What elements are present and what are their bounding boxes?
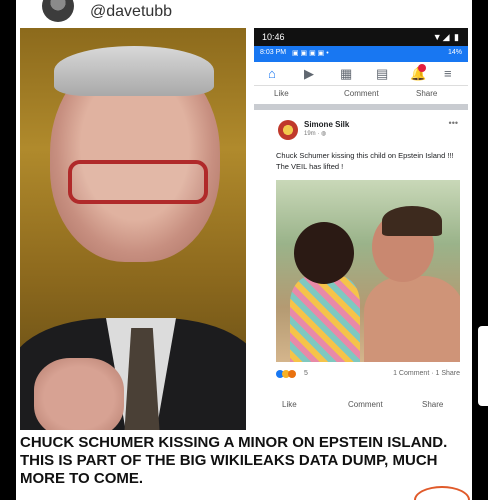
secondary-status-bar: 8:03 PM ▣ ▣ ▣ ▣ • 14% — [254, 46, 468, 62]
phone-status-bar: 10:46 ▼◢ ▮ — [254, 28, 468, 46]
marketplace-icon[interactable]: ▦ — [340, 66, 352, 82]
notification-badge — [418, 64, 426, 72]
hair-shape — [382, 206, 442, 236]
post-timestamp: 19m · ◍ — [304, 131, 327, 137]
portrait-photo — [20, 28, 246, 430]
notification-icons: ▣ ▣ ▣ ▣ • — [292, 50, 329, 57]
post-image[interactable] — [276, 180, 460, 362]
facebook-nav-bar: ⌂ ▶ ▦ ▤ 🔔 ≡ — [254, 62, 468, 86]
like-button[interactable]: Like — [274, 89, 289, 98]
glasses-shape — [68, 160, 208, 204]
person-shape — [364, 276, 460, 362]
battery-level: 14% — [447, 49, 462, 56]
home-icon[interactable]: ⌂ — [268, 66, 276, 81]
author-row: @davetubb — [16, 0, 472, 26]
previous-post-actions: Like Comment Share — [254, 86, 468, 102]
circle-decoration — [414, 486, 470, 500]
post-actions: Like Comment Share — [276, 398, 460, 414]
reaction-count[interactable]: 5 — [304, 370, 308, 377]
meme-card: @davetubb 10:46 ▼◢ ▮ 8:03 PM ▣ ▣ ▣ ▣ • 1… — [16, 0, 472, 500]
avatar[interactable] — [42, 0, 74, 22]
head-shape — [294, 222, 354, 284]
reaction-icons[interactable] — [276, 370, 296, 380]
post-header: Simone Silk 19m · ◍ ••• Chuck Schumer ki… — [254, 112, 468, 176]
hand-shape — [34, 358, 124, 430]
side-tab — [478, 326, 488, 406]
hair-shape — [54, 46, 214, 96]
status-time: 10:46 — [262, 32, 285, 42]
watch-icon[interactable]: ▶ — [304, 66, 314, 82]
secondary-time: 8:03 PM — [260, 49, 287, 56]
signal-icons: ▼◢ ▮ — [432, 32, 460, 42]
post-author-avatar[interactable] — [278, 120, 298, 140]
comments-shares-count[interactable]: 1 Comment · 1 Share — [393, 370, 460, 377]
meme-caption: CHUCK SCHUMER KISSING A MINOR ON EPSTEIN… — [20, 434, 448, 487]
post-reactions: 5 1 Comment · 1 Share — [276, 368, 460, 382]
more-options-icon[interactable]: ••• — [449, 118, 458, 128]
author-handle[interactable]: @davetubb — [90, 3, 172, 21]
menu-icon[interactable]: ≡ — [444, 66, 452, 81]
post-author-name[interactable]: Simone Silk — [304, 120, 349, 129]
comment-button[interactable]: Comment — [348, 400, 383, 409]
news-icon[interactable]: ▤ — [376, 66, 388, 82]
facebook-screenshot: 10:46 ▼◢ ▮ 8:03 PM ▣ ▣ ▣ ▣ • 14% ⌂ ▶ ▦ ▤… — [254, 28, 468, 430]
comment-button[interactable]: Comment — [344, 89, 379, 98]
person-shape — [290, 276, 360, 362]
like-button[interactable]: Like — [282, 400, 297, 409]
share-button[interactable]: Share — [422, 400, 443, 409]
post-text: Chuck Schumer kissing this child on Epst… — [276, 151, 454, 171]
share-button[interactable]: Share — [416, 89, 437, 98]
feed-separator — [254, 104, 468, 110]
